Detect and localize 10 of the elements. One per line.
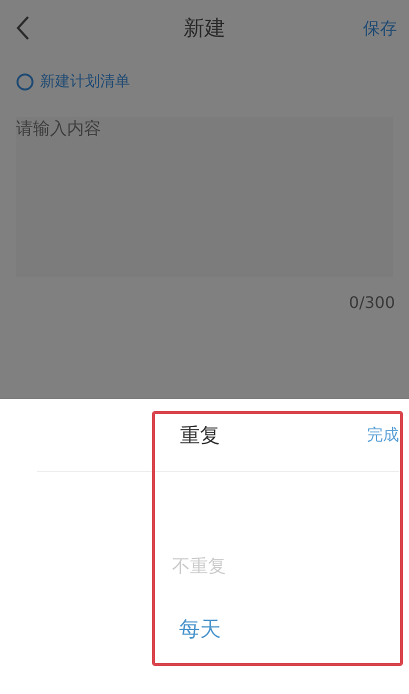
- page-title: 新建: [184, 15, 226, 42]
- picker-option[interactable]: 每天: [179, 616, 221, 642]
- done-button[interactable]: 完成: [367, 424, 399, 446]
- back-icon[interactable]: [16, 15, 30, 41]
- plan-list-label[interactable]: 新建计划清单: [40, 72, 130, 91]
- sheet-title: 重复: [180, 422, 220, 448]
- save-button[interactable]: 保存: [363, 16, 397, 40]
- content-field[interactable]: 请输入内容: [16, 117, 393, 277]
- character-counter: 0/300: [348, 293, 395, 312]
- radio-icon[interactable]: [16, 72, 34, 90]
